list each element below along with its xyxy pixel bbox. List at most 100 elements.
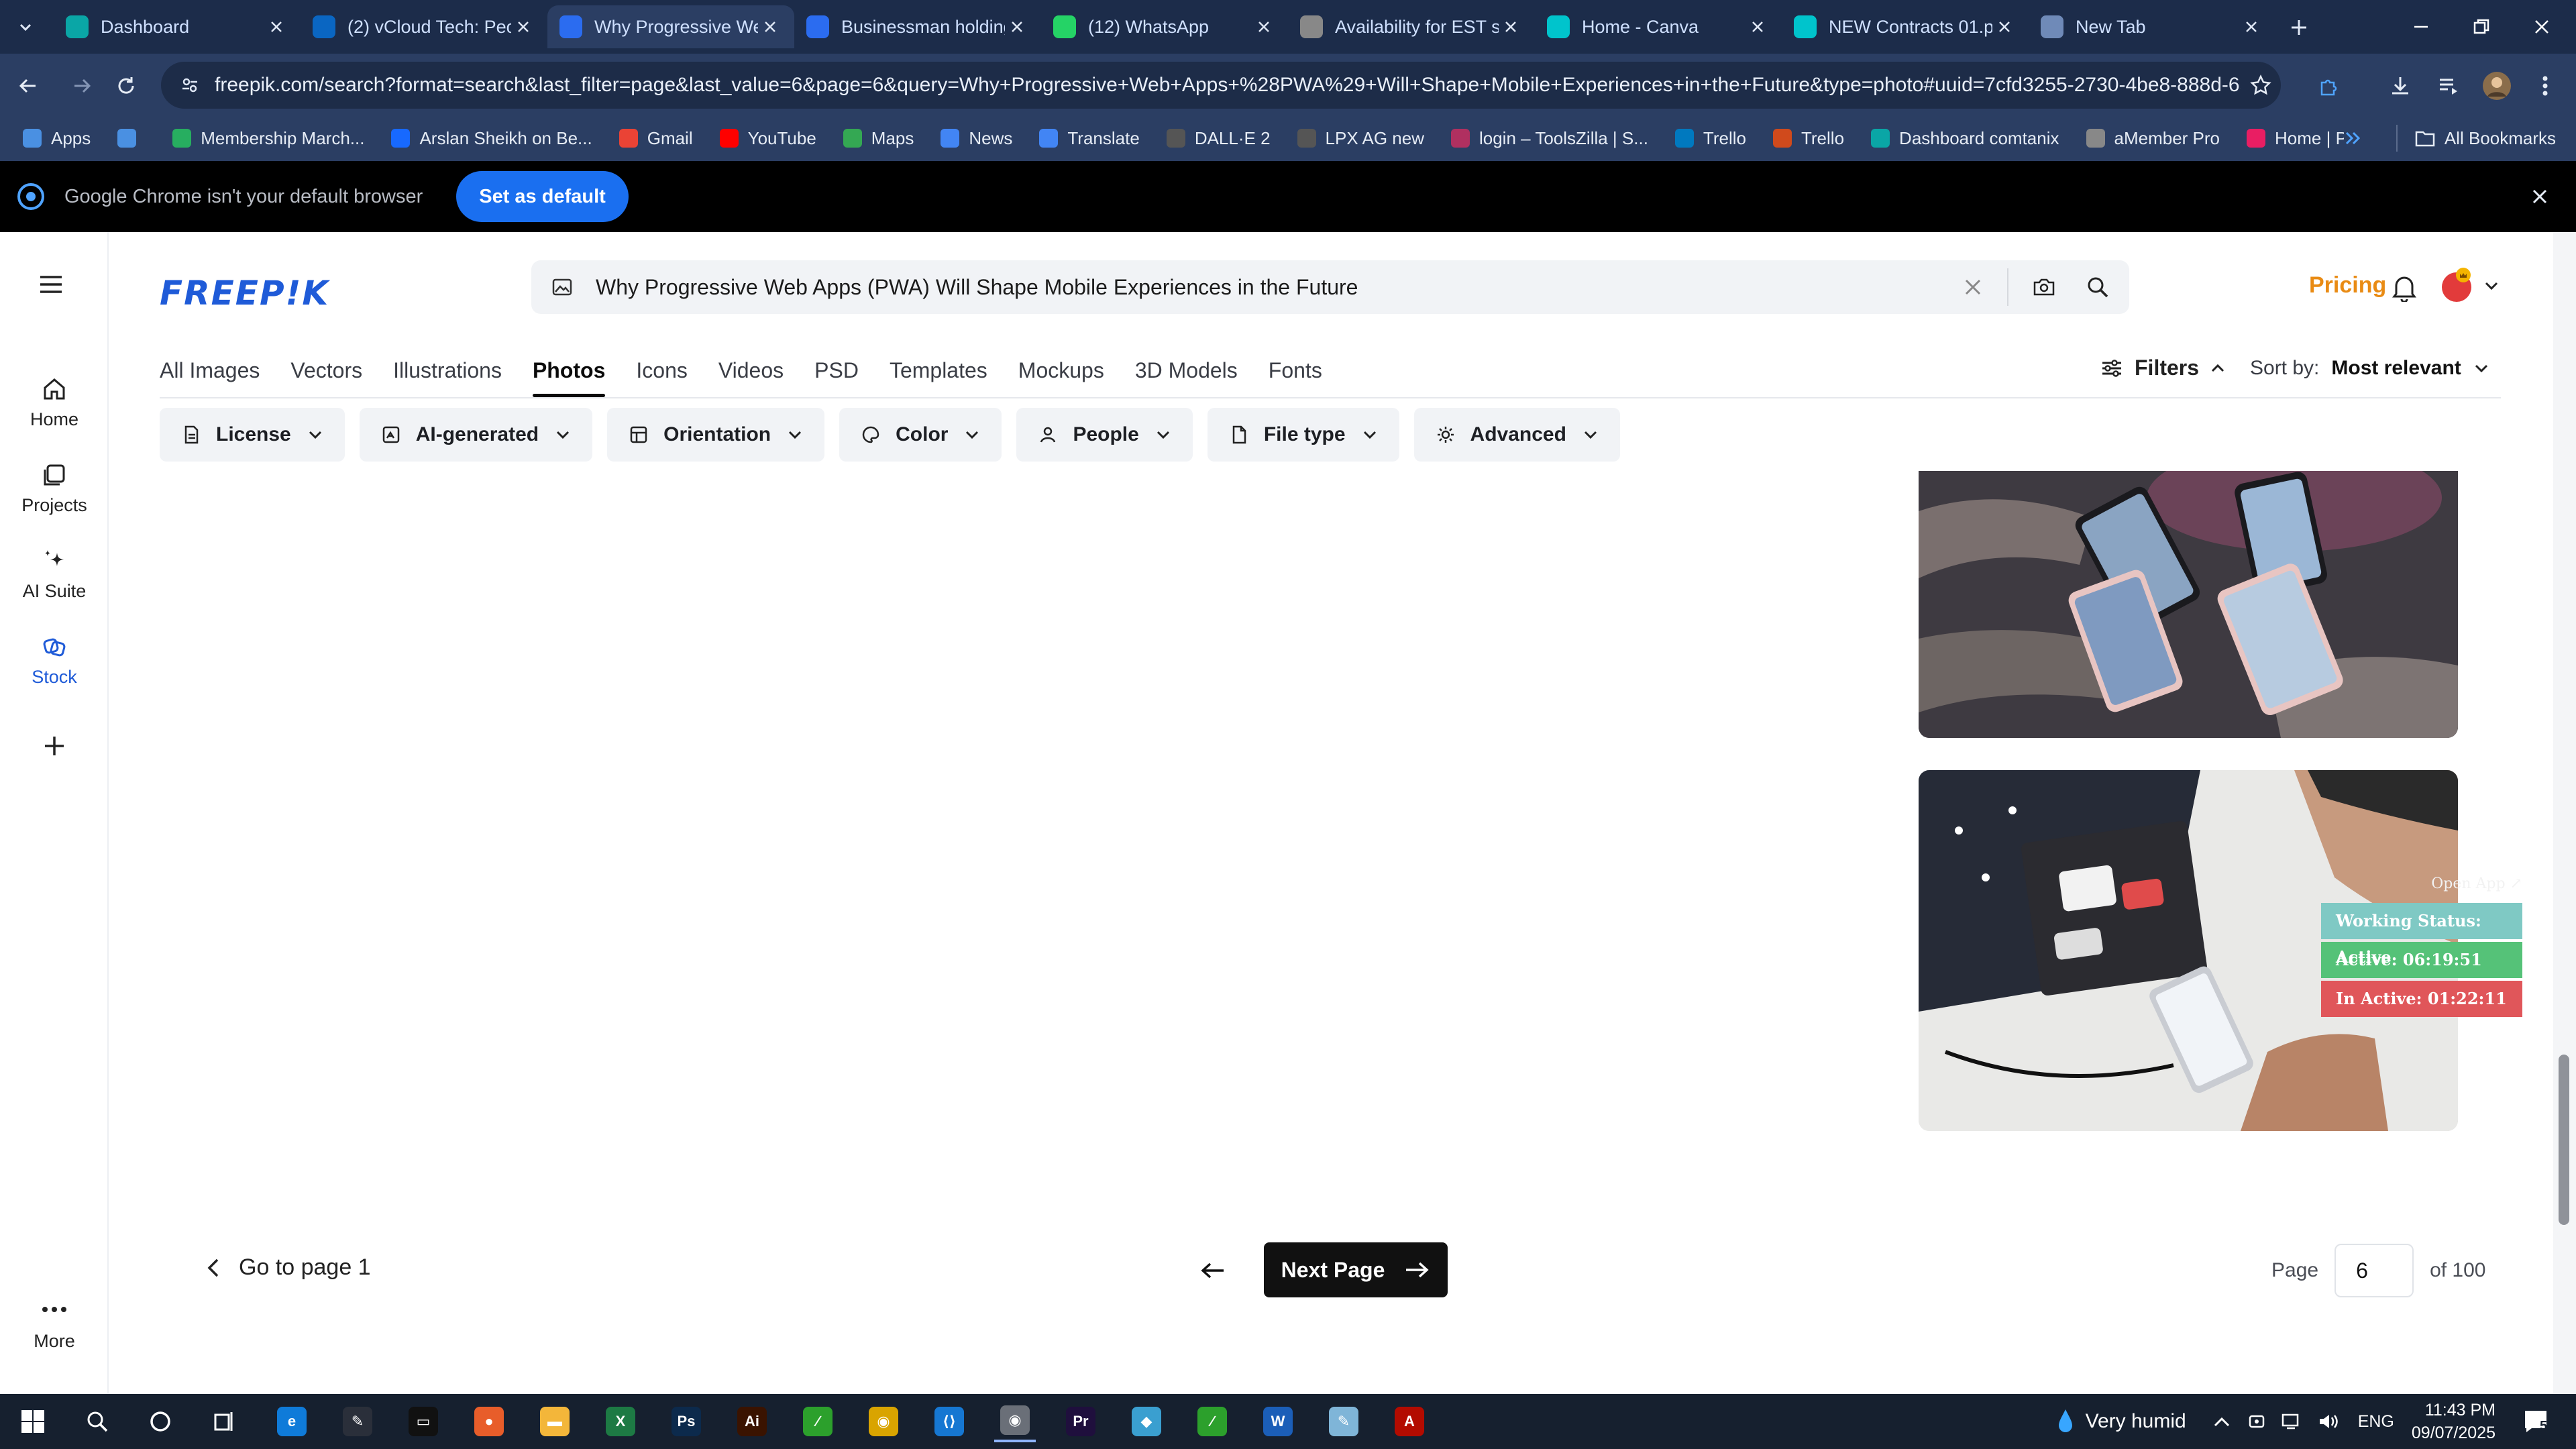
taskbar-app-button[interactable]: ✎ <box>337 1401 378 1442</box>
search-icon[interactable] <box>2086 276 2109 299</box>
start-button[interactable] <box>12 1401 54 1442</box>
tab-close-button[interactable] <box>2239 15 2263 39</box>
taskbar-app-button[interactable]: ⟨⟩ <box>928 1401 970 1442</box>
previous-page-button[interactable] <box>1185 1244 1241 1297</box>
clock[interactable]: 11:43 PM 09/07/2025 <box>2412 1399 2496 1444</box>
category-tab[interactable]: Photos <box>532 352 606 400</box>
all-bookmarks-button[interactable]: All Bookmarks <box>2415 128 2556 149</box>
browser-tab[interactable]: Why Progressive Wel <box>547 5 794 48</box>
bookmark-item[interactable] <box>117 129 146 148</box>
filter-chip-ai-generated[interactable]: AI-generated <box>359 408 593 462</box>
weather-text[interactable]: Very humid <box>2086 1410 2186 1433</box>
notifications-button[interactable] <box>2391 274 2418 302</box>
bookmark-item[interactable]: Translate <box>1039 128 1140 149</box>
rail-item-stock[interactable]: Stock <box>0 633 109 688</box>
browser-tab[interactable]: (12) WhatsApp <box>1041 5 1288 48</box>
bookmark-item[interactable]: Home | PixVerse <box>2247 128 2344 149</box>
extensions-button[interactable] <box>2312 68 2347 103</box>
tab-close-button[interactable] <box>1746 15 1770 39</box>
rail-item-projects[interactable]: Projects <box>0 462 109 516</box>
tab-close-button[interactable] <box>264 15 288 39</box>
language-indicator[interactable]: ENG <box>2358 1412 2394 1432</box>
page-scrollbar[interactable] <box>2553 232 2576 1394</box>
profile-avatar[interactable] <box>2479 68 2514 103</box>
task-view-button[interactable] <box>204 1401 246 1442</box>
taskbar-app-button[interactable]: W <box>1257 1401 1299 1442</box>
category-tab[interactable]: Icons <box>636 352 687 400</box>
location-icon[interactable] <box>2248 1412 2265 1431</box>
filter-chip-people[interactable]: People <box>1016 408 1193 462</box>
search-bar[interactable]: Why Progressive Web Apps (PWA) Will Shap… <box>531 260 2129 314</box>
pricing-link[interactable]: Pricing <box>2309 272 2386 299</box>
filter-chip-advanced[interactable]: Advanced <box>1413 408 1620 462</box>
bookmark-item[interactable]: LPX AG new <box>1297 128 1424 149</box>
filter-chip-color[interactable]: Color <box>839 408 1002 462</box>
tab-close-button[interactable] <box>758 15 782 39</box>
taskbar-app-button[interactable]: Ai <box>731 1401 773 1442</box>
category-tab[interactable]: All Images <box>160 352 260 400</box>
browser-tab[interactable]: New Tab <box>2029 5 2275 48</box>
category-tab[interactable]: Fonts <box>1269 352 1322 400</box>
browser-tab[interactable]: Dashboard <box>54 5 301 48</box>
bookmark-item[interactable]: aMember Pro <box>2086 128 2220 149</box>
taskbar-app-button[interactable]: ◆ <box>1126 1401 1167 1442</box>
category-tab[interactable]: Templates <box>890 352 987 400</box>
tab-close-button[interactable] <box>1499 15 1523 39</box>
filter-chip-license[interactable]: License <box>160 408 345 462</box>
restore-button[interactable] <box>2451 0 2512 54</box>
category-tab[interactable]: 3D Models <box>1135 352 1238 400</box>
category-tab[interactable]: Illustrations <box>393 352 502 400</box>
hamburger-menu-button[interactable] <box>38 274 64 295</box>
freepik-logo[interactable]: FREEP!K <box>160 274 329 313</box>
image-search-type-icon[interactable] <box>551 278 573 297</box>
scrollbar-thumb[interactable] <box>2559 1055 2569 1225</box>
sort-dropdown[interactable]: Sort by: Most relevant <box>2250 357 2489 380</box>
category-tab[interactable]: Vectors <box>290 352 362 400</box>
category-tab[interactable]: PSD <box>814 352 859 400</box>
filter-chip-orientation[interactable]: Orientation <box>607 408 825 462</box>
bookmark-item[interactable]: News <box>941 128 1012 149</box>
more-bookmarks-button[interactable] <box>2344 130 2363 146</box>
bookmark-item[interactable]: Trello <box>1674 128 1746 149</box>
chevron-up-icon[interactable] <box>2213 1415 2231 1428</box>
rail-add-button[interactable] <box>0 733 109 759</box>
taskbar-app-button[interactable]: A <box>1389 1401 1430 1442</box>
taskbar-app-button[interactable]: ✎ <box>1323 1401 1364 1442</box>
taskbar-app-button[interactable]: ● <box>468 1401 510 1442</box>
taskbar-app-button[interactable]: Pr <box>1060 1401 1102 1442</box>
forward-button[interactable] <box>64 68 99 103</box>
bookmark-item[interactable]: DALL·E 2 <box>1166 128 1271 149</box>
category-tab[interactable]: Videos <box>718 352 784 400</box>
bookmark-item[interactable]: YouTube <box>719 128 816 149</box>
tab-close-button[interactable] <box>1005 15 1029 39</box>
taskbar-search-button[interactable] <box>76 1401 118 1442</box>
tab-close-button[interactable] <box>511 15 535 39</box>
search-input[interactable]: Why Progressive Web Apps (PWA) Will Shap… <box>596 275 1963 300</box>
taskbar-app-button[interactable]: ◉ <box>863 1401 904 1442</box>
filters-toggle-button[interactable]: Filters <box>2101 356 2226 380</box>
site-info-icon[interactable] <box>180 75 200 95</box>
taskbar-app-button[interactable]: ▭ <box>402 1401 444 1442</box>
photo-result-phones-in-hands[interactable] <box>1919 471 2458 738</box>
bookmark-item[interactable]: Arslan Sheikh on Be... <box>391 128 592 149</box>
taskbar-app-button[interactable]: Ps <box>665 1401 707 1442</box>
notification-center-button[interactable]: 5 <box>2522 1408 2549 1435</box>
bookmark-item[interactable]: Trello <box>1772 128 1844 149</box>
clear-search-icon[interactable] <box>1963 277 1983 297</box>
new-tab-button[interactable] <box>2284 12 2314 43</box>
browser-tab[interactable]: Availability for EST sh <box>1288 5 1535 48</box>
bookmark-item[interactable]: Apps <box>23 128 91 149</box>
cortana-button[interactable] <box>140 1401 181 1442</box>
set-as-default-button[interactable]: Set as default <box>456 171 629 222</box>
taskbar-app-button[interactable]: ▬ <box>534 1401 576 1442</box>
url-text[interactable]: freepik.com/search?format=search&last_fi… <box>215 74 2241 97</box>
rail-item-home[interactable]: Home <box>0 376 109 430</box>
category-tab[interactable]: Mockups <box>1018 352 1104 400</box>
camera-icon[interactable] <box>2033 277 2055 297</box>
go-to-first-page-link[interactable]: Go to page 1 <box>205 1254 371 1281</box>
tab-close-button[interactable] <box>1252 15 1276 39</box>
bookmark-item[interactable]: Maps <box>843 128 914 149</box>
minimize-button[interactable] <box>2391 0 2451 54</box>
filter-chip-file-type[interactable]: File type <box>1207 408 1399 462</box>
browser-tab[interactable]: Businessman holding <box>794 5 1041 48</box>
